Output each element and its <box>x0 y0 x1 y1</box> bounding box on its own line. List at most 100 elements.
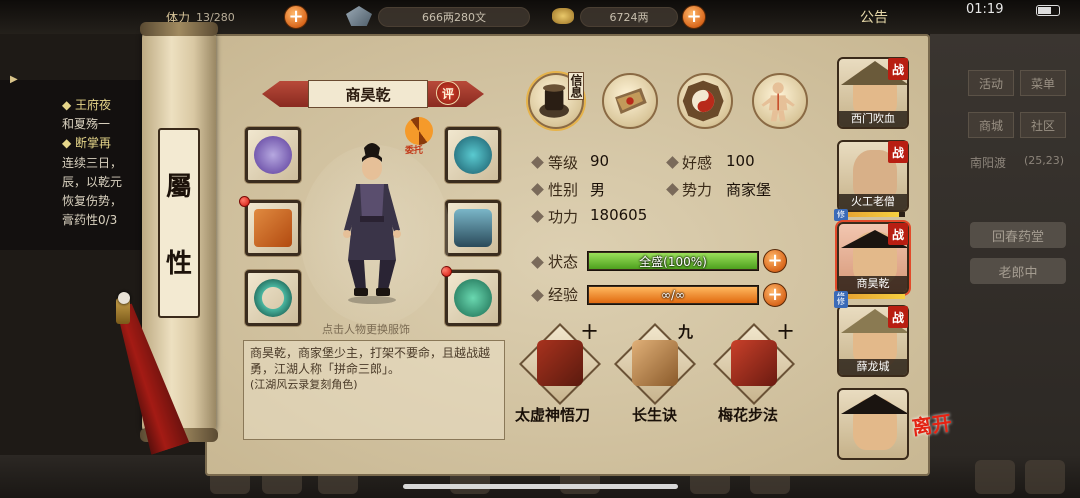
character-name: 商昊乾 <box>308 80 428 108</box>
scroll-manual-icon[interactable] <box>632 340 678 386</box>
leave-button[interactable]: 离开 <box>910 410 958 468</box>
state-add-button[interactable]: + <box>763 249 787 273</box>
battery-icon <box>1036 5 1060 16</box>
location-coords: (25,23) <box>1024 154 1065 167</box>
cultivate-tag: 修 <box>834 296 848 308</box>
equip-slot-armor[interactable] <box>445 200 501 256</box>
blade-manual-icon[interactable] <box>537 340 583 386</box>
entrust-label[interactable]: 委托 <box>405 143 423 156</box>
armor-icon <box>454 209 492 247</box>
skill-level: 十 <box>582 323 598 341</box>
jade-bracelet-icon <box>254 279 292 317</box>
coins-display: 666两280文 <box>378 7 530 27</box>
equip-slot-helmet[interactable] <box>445 127 501 183</box>
quest-line: ◆ 王府夜 <box>62 98 112 112</box>
skill-level: 十 <box>778 323 794 341</box>
tab-inventory[interactable] <box>602 73 658 129</box>
rate-badge[interactable]: 评 <box>436 81 460 105</box>
state-bar-text: 全盛(100%) <box>639 254 707 269</box>
character-description-box: 商昊乾，商家堡少主，打架不要命，且越战越勇，江湖人称「拼命三郎」。 (江湖风云录… <box>243 340 505 440</box>
meridian-figure-icon <box>761 82 795 122</box>
shop-button[interactable]: 商城 <box>968 112 1014 138</box>
equip-slot-ring[interactable] <box>245 270 301 326</box>
notice-button[interactable]: 公告 <box>860 7 888 27</box>
jade-pendant-icon <box>454 279 492 317</box>
helmet-icon <box>454 136 492 174</box>
tab-meridian[interactable] <box>752 73 808 129</box>
party-member-name: 薛龙城 <box>839 359 907 375</box>
party-progress-bar <box>843 294 905 299</box>
footwork-manual-icon[interactable] <box>731 340 777 386</box>
silver-ingot-icon <box>552 8 574 24</box>
skill-name: 梅花步法 <box>718 406 779 424</box>
silver-add-button[interactable]: + <box>682 5 706 29</box>
tab-info-label[interactable]: 信息 <box>568 72 584 100</box>
power-label: 功力 <box>548 208 579 226</box>
favor-label: 好感 <box>682 154 713 172</box>
party-member-name: 火工老僧 <box>839 194 907 210</box>
cleaver-icon <box>254 209 292 247</box>
party-member-name: 西门吹血 <box>839 111 907 127</box>
character-description-note: (江湖风云录复刻角色) <box>250 378 358 391</box>
quest-line: ◆ 断掌再 <box>62 136 112 150</box>
community-button[interactable]: 社区 <box>1020 112 1066 138</box>
tassel-bead <box>118 292 130 304</box>
quest-collapse-arrow-icon[interactable]: ▶ <box>10 74 18 85</box>
skill-name: 长生诀 <box>632 406 678 424</box>
level-value: 90 <box>590 152 610 170</box>
npc-pill-herb-hall[interactable]: 回春药堂 <box>970 222 1066 248</box>
favor-value: 100 <box>726 152 755 170</box>
exp-bar-text: ∞/∞ <box>660 288 686 302</box>
scroll-title-char: 屬 <box>165 172 192 202</box>
tab-bagua[interactable] <box>677 73 733 129</box>
skill-level: 九 <box>678 323 694 341</box>
bottom-menu-button[interactable] <box>975 460 1015 494</box>
system-clock: 01:19 <box>966 2 1004 17</box>
menu-button[interactable]: 菜单 <box>1020 70 1066 96</box>
party-progress-fill <box>843 212 899 217</box>
scroll-title: 屬 性 <box>158 128 200 318</box>
new-item-dot <box>239 196 250 207</box>
location-name: 南阳渡 <box>970 156 1007 170</box>
bagua-icon <box>682 80 724 122</box>
state-label: 状态 <box>548 253 579 271</box>
state-bar: 全盛(100%) <box>587 251 759 271</box>
party-progress-fill <box>843 294 905 299</box>
party-member-name: 商昊乾 <box>839 276 907 292</box>
party-member-card[interactable] <box>837 388 909 460</box>
cultivate-tag: 修 <box>834 209 848 221</box>
battle-tag: 战 <box>888 141 908 163</box>
battle-tag: 战 <box>888 223 908 245</box>
quest-line: 连续三日， <box>62 156 123 170</box>
bottom-menu-button[interactable] <box>1025 460 1065 494</box>
equip-slot-weapon[interactable] <box>245 200 301 256</box>
exp-add-button[interactable]: + <box>763 283 787 307</box>
scroll-rod-cap <box>140 22 218 36</box>
npc-pill-doctor[interactable]: 老郎中 <box>970 258 1066 284</box>
entrust-icon[interactable] <box>405 117 433 145</box>
quest-line: 和夏殇一 <box>62 117 111 131</box>
battle-tag: 战 <box>888 58 908 80</box>
quest-line: 恢复伤势， <box>62 194 123 208</box>
change-outfit-hint: 点击人物更换服饰 <box>322 323 410 336</box>
gender-value: 男 <box>590 181 606 199</box>
exp-label: 经验 <box>548 286 579 304</box>
character-figure[interactable] <box>338 140 406 305</box>
quest-line: 辰，以乾元 <box>62 175 123 189</box>
home-indicator[interactable] <box>403 484 678 489</box>
battle-tag: 战 <box>888 306 908 328</box>
level-label: 等级 <box>548 154 579 172</box>
character-description: 商昊乾，商家堡少主，打架不要命，且越战越勇，江湖人称「拼命三郎」。 <box>250 346 491 376</box>
quest-line: 膏药性0/3 <box>62 213 118 227</box>
skill-name: 太虚神悟刀 <box>515 406 591 424</box>
equip-slot-gloves[interactable] <box>245 127 301 183</box>
hair-icon <box>841 394 907 414</box>
equip-slot-accessory[interactable] <box>445 270 501 326</box>
exp-bar: ∞/∞ <box>587 285 759 305</box>
activity-button[interactable]: 活动 <box>968 70 1014 96</box>
gender-label: 性别 <box>548 181 579 199</box>
party-progress-bar <box>843 212 905 217</box>
stamina-add-button[interactable]: + <box>284 5 308 29</box>
scroll-title-char: 性 <box>165 249 192 279</box>
bag-icon <box>615 88 647 114</box>
